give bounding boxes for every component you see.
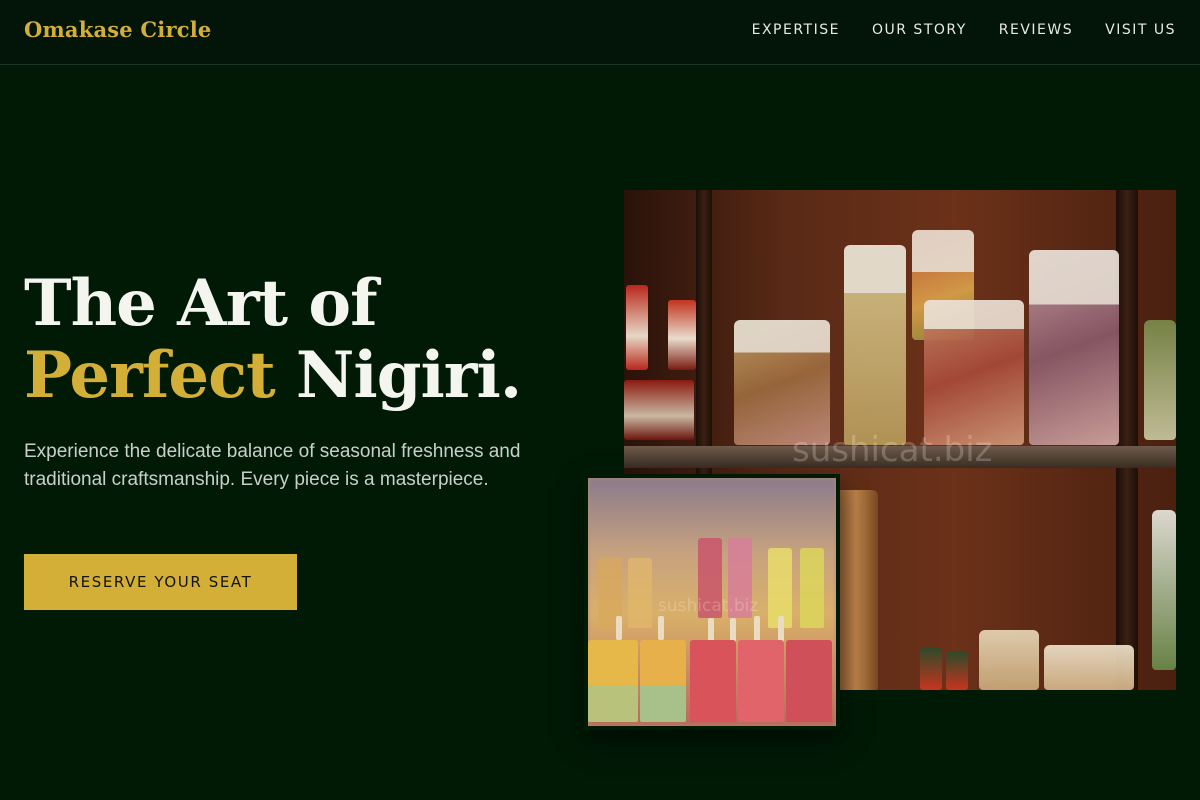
hero-title-rest: Nigiri. (274, 338, 522, 413)
nav-link-our-story[interactable]: OUR STORY (872, 22, 967, 38)
pasta-bag (979, 630, 1039, 690)
reserve-seat-button[interactable]: RESERVE YOUR SEAT (24, 554, 297, 610)
jar (668, 300, 696, 370)
nav-link-reviews[interactable]: REVIEWS (999, 22, 1073, 38)
popsicle-photo: sushicat.biz (584, 474, 840, 730)
popsicle (738, 640, 784, 722)
jar (626, 285, 648, 370)
hero-description: Experience the delicate balance of seaso… (24, 441, 521, 490)
pasta-bag (1144, 320, 1176, 440)
jar (920, 648, 942, 690)
top-navbar: Omakase Circle EXPERTISE OUR STORY REVIE… (0, 0, 1200, 65)
jar (946, 652, 968, 690)
popsicle (628, 558, 652, 628)
popsicle (640, 640, 686, 722)
nav-menu: EXPERTISE OUR STORY REVIEWS VISIT US (752, 22, 1176, 38)
popsicle-stick (616, 616, 622, 640)
image-watermark: sushicat.biz (658, 596, 759, 616)
image-watermark: sushicat.biz (792, 430, 993, 470)
pasta-bag (924, 300, 1024, 445)
cutting-board (834, 490, 878, 690)
jar (624, 380, 694, 440)
nav-link-visit-us[interactable]: VISIT US (1105, 22, 1176, 38)
popsicle-stick (658, 616, 664, 640)
hero-title: The Art of Perfect Nigiri. (24, 266, 522, 413)
popsicle (786, 640, 832, 722)
pasta-bag (844, 245, 906, 445)
hero-title-line1: The Art of (24, 266, 378, 341)
hero-title-accent: Perfect (24, 338, 276, 413)
nav-link-expertise[interactable]: EXPERTISE (752, 22, 840, 38)
pasta-bag (1044, 645, 1134, 690)
brand-logo[interactable]: Omakase Circle (24, 17, 211, 42)
pasta-bag (1029, 250, 1119, 445)
popsicle (588, 640, 638, 722)
pasta-bag (734, 320, 830, 445)
popsicle (800, 548, 824, 628)
popsicle (690, 640, 736, 722)
pasta-bag (1152, 510, 1176, 670)
shelf-post (1116, 190, 1138, 690)
